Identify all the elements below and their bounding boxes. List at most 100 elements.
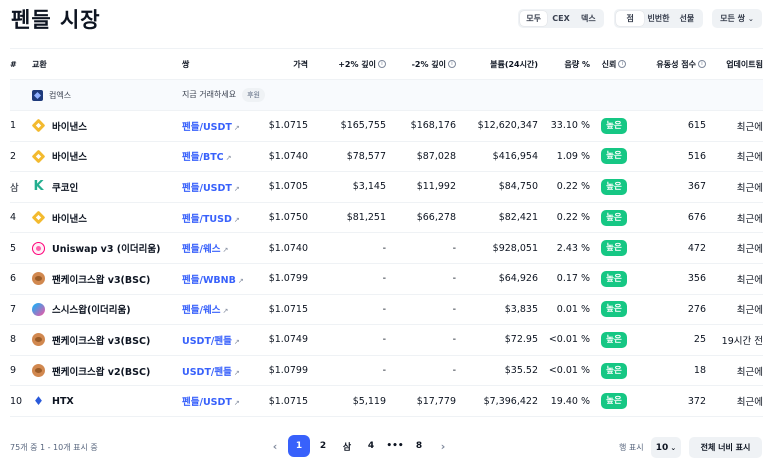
table-row[interactable]: 삼 K 쿠코인 펜들/USDT ↗ $1.0705 $3,145 $11,992 $84,750… xyxy=(10,171,763,203)
page-8[interactable]: 8 xyxy=(408,435,430,457)
kucoin-logo-icon: K xyxy=(33,179,44,195)
external-link-icon[interactable]: ↗ xyxy=(234,338,240,346)
col-trust[interactable]: 신뢰 i xyxy=(590,48,638,80)
external-link-icon[interactable]: ↗ xyxy=(226,154,232,162)
table-row[interactable]: 8 팬케이크스왑 v3(BSC) USDT/펜들 ↗ $1.0749- - $72.95 <0… xyxy=(10,324,763,356)
col-minus2-label: -2% 깊이 xyxy=(411,59,446,69)
page-4[interactable]: 4 xyxy=(360,435,382,457)
external-link-icon[interactable]: ↗ xyxy=(234,216,240,224)
htx-logo-icon: ♦ xyxy=(33,393,44,408)
pair-cell[interactable]: USDT/펜들 ↗ xyxy=(182,324,260,356)
col-rank[interactable]: # xyxy=(10,48,32,80)
sponsored-row[interactable]: 컴엑스 지금 거래하세요 후원 xyxy=(10,79,763,111)
external-link-icon[interactable]: ↗ xyxy=(234,369,240,377)
pair-link[interactable]: 펜들/BTC xyxy=(182,152,224,163)
page-1[interactable]: 1 xyxy=(288,435,310,457)
exchange-cell[interactable]: 바이낸스 xyxy=(32,202,182,234)
rank-cell: 9 xyxy=(10,355,32,387)
full-width-button[interactable]: 전체 너비 표시 xyxy=(689,437,762,458)
pair-link[interactable]: 펜들/USDT xyxy=(182,397,232,408)
col-plus2-depth[interactable]: +2% 깊이 i xyxy=(308,48,386,80)
pair-link[interactable]: 펜들/WBNB xyxy=(182,275,236,286)
chevron-down-icon: ⌄ xyxy=(748,14,754,23)
pair-cell[interactable]: 펜들/TUSD ↗ xyxy=(182,202,260,234)
volume-cell: $7,396,422 xyxy=(456,385,538,417)
filter-spot[interactable]: 점 xyxy=(616,11,645,26)
table-row[interactable]: 6 팬케이크스왑 v3(BSC) 펜들/WBNB ↗ $1.0799- - $64,926 0… xyxy=(10,263,763,295)
filter-perpetual[interactable]: 빈번한 xyxy=(644,11,672,26)
info-icon[interactable]: i xyxy=(698,60,706,68)
rows-per-page-dropdown[interactable]: 10 ⌄ xyxy=(651,437,681,458)
pair-link[interactable]: USDT/펜들 xyxy=(182,336,232,347)
table-row[interactable]: 10 ♦ HTX 펜들/USDT ↗ $1.0715 $5,119 $17,779 $7,396… xyxy=(10,385,763,417)
volume-cell: $3,835 xyxy=(456,294,538,326)
col-volume-pct[interactable]: 음량 % xyxy=(538,48,590,80)
volume-pct-cell: <0.01 % xyxy=(538,355,590,387)
col-updated[interactable]: 업데이트됨 xyxy=(706,48,763,80)
table-row[interactable]: 2 바이낸스 펜들/BTC ↗ $1.0740 $78,577 $87,028 $416,95… xyxy=(10,141,763,173)
results-summary: 75개 중 1 - 10개 표시 중 xyxy=(10,443,98,452)
chevron-right-icon[interactable]: › xyxy=(432,435,454,457)
filter-all[interactable]: 모두 xyxy=(520,11,548,26)
pair-link[interactable]: 펜들/USDT xyxy=(182,183,232,194)
info-icon[interactable]: i xyxy=(378,60,386,68)
info-icon[interactable]: i xyxy=(448,60,456,68)
exchange-cell[interactable]: ♦ HTX xyxy=(32,385,182,417)
exchange-cell[interactable]: Uniswap v3 (이더리움) xyxy=(32,232,182,264)
table-row[interactable]: 7 스시스왑(이더리움) 펜들/웨스 ↗ $1.0715- - $3,835 0.01 % 높은… xyxy=(10,294,763,326)
info-icon[interactable]: i xyxy=(618,60,627,68)
plus2-depth-cell: - xyxy=(308,294,386,326)
pair-cell[interactable]: 펜들/웨스 ↗ xyxy=(182,294,260,326)
filter-cex[interactable]: CEX xyxy=(547,11,574,26)
exchange-cell[interactable]: 팬케이크스왑 v2(BSC) xyxy=(32,355,182,387)
liquidity-cell: 18 xyxy=(638,355,706,387)
col-exchange[interactable]: 교환 xyxy=(32,48,182,80)
chevron-left-icon[interactable]: ‹ xyxy=(264,435,286,457)
external-link-icon[interactable]: ↗ xyxy=(234,185,240,193)
table-row[interactable]: 1 바이낸스 펜들/USDT ↗ $1.0715 $165,755 $168,176 $12,… xyxy=(10,110,763,142)
price-cell: $1.0750 xyxy=(260,202,308,234)
col-liquidity[interactable]: 유동성 점수 i xyxy=(638,48,706,80)
col-price[interactable]: 가격 xyxy=(260,48,308,80)
pair-cell[interactable]: 펜들/USDT ↗ xyxy=(182,110,260,142)
table-row[interactable]: 9 팬케이크스왑 v2(BSC) USDT/펜들 ↗ $1.0799- - $35.52 <0… xyxy=(10,355,763,387)
external-link-icon[interactable]: ↗ xyxy=(222,307,228,315)
page-2[interactable]: 2 xyxy=(312,435,334,457)
price-cell: $1.0749 xyxy=(260,324,308,356)
exchange-cell[interactable]: 팬케이크스왑 v3(BSC) xyxy=(32,263,182,295)
pair-link[interactable]: 펜들/USDT xyxy=(182,122,232,133)
external-link-icon[interactable]: ↗ xyxy=(234,399,240,407)
rows-per-page-value: 10 xyxy=(655,442,669,453)
minus2-depth-cell: - xyxy=(386,232,456,264)
col-pair[interactable]: 쌍 xyxy=(182,48,260,80)
page-3[interactable]: 삼 xyxy=(336,435,358,457)
table-row[interactable]: 5 Uniswap v3 (이더리움) 펜들/웨스 ↗ $1.0740- - $928,05… xyxy=(10,232,763,264)
pair-cell[interactable]: 펜들/USDT ↗ xyxy=(182,385,260,417)
pair-link[interactable]: 펜들/웨스 xyxy=(182,305,220,316)
exchange-cell[interactable]: K 쿠코인 xyxy=(32,171,182,203)
pair-cell[interactable]: 펜들/BTC ↗ xyxy=(182,141,260,173)
table-row[interactable]: 4 바이낸스 펜들/TUSD ↗ $1.0750 $81,251 $66,278 $82,42… xyxy=(10,202,763,234)
filter-futures[interactable]: 선물 xyxy=(673,11,701,26)
external-link-icon[interactable]: ↗ xyxy=(238,277,244,285)
pair-link[interactable]: 펜들/웨스 xyxy=(182,244,220,255)
pair-cell[interactable]: 펜들/웨스 ↗ xyxy=(182,232,260,264)
pairs-dropdown[interactable]: 모든 쌍 ⌄ xyxy=(712,9,762,28)
pair-link[interactable]: USDT/펜들 xyxy=(182,367,232,378)
pair-link[interactable]: 펜들/TUSD xyxy=(182,214,232,225)
col-volume[interactable]: 볼륨(24시간) xyxy=(456,48,538,80)
rows-label: 행 표시 xyxy=(619,443,644,452)
exchange-cell[interactable]: 팬케이크스왑 v3(BSC) xyxy=(32,324,182,356)
filter-dex[interactable]: 덱스 xyxy=(575,11,602,26)
pair-cell[interactable]: USDT/펜들 ↗ xyxy=(182,355,260,387)
exchange-cell[interactable]: 스시스왑(이더리움) xyxy=(32,294,182,326)
exchange-cell[interactable]: 바이낸스 xyxy=(32,110,182,142)
external-link-icon[interactable]: ↗ xyxy=(222,246,228,254)
external-link-icon[interactable]: ↗ xyxy=(234,124,240,132)
trust-cell: 높은 xyxy=(590,263,638,295)
exchange-cell[interactable]: 바이낸스 xyxy=(32,141,182,173)
col-minus2-depth[interactable]: -2% 깊이 i xyxy=(386,48,456,80)
pair-cell[interactable]: 펜들/WBNB ↗ xyxy=(182,263,260,295)
pair-cell[interactable]: 펜들/USDT ↗ xyxy=(182,171,260,203)
minus2-depth-cell: - xyxy=(386,294,456,326)
